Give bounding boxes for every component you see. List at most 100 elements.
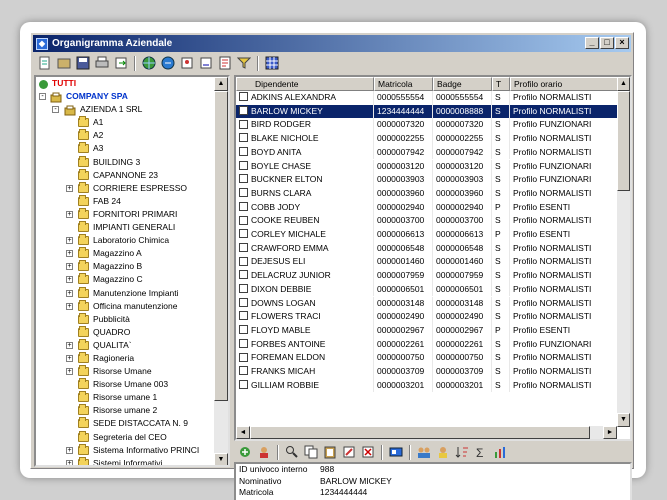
expand-icon[interactable]: + (66, 263, 73, 271)
paste-icon[interactable] (322, 444, 338, 460)
row-checkbox[interactable] (239, 379, 248, 389)
row-checkbox[interactable] (239, 229, 248, 239)
row-checkbox[interactable] (239, 338, 248, 348)
tree-node[interactable]: QUADRO (36, 325, 214, 339)
table-row[interactable]: DELACRUZ JUNIOR 0000007959 0000007959 S Prof… (236, 269, 620, 283)
tree-node[interactable]: + Ragioneria (36, 351, 214, 365)
tree-node[interactable]: + Sistema Informativo PRINCI (36, 443, 214, 457)
stats-icon[interactable] (492, 444, 508, 460)
expand-icon[interactable]: + (66, 341, 73, 349)
table-row[interactable]: BUCKNER ELTON 0000003903 0000003903 S Profil… (236, 173, 620, 187)
row-checkbox[interactable] (239, 284, 248, 294)
table-row[interactable]: COOKE REUBEN 0000003700 0000003700 S Profilo… (236, 214, 620, 228)
scroll-down-icon[interactable]: ▼ (617, 413, 630, 427)
row-checkbox[interactable] (239, 297, 248, 307)
group-icon[interactable] (435, 444, 451, 460)
scroll-up-icon[interactable]: ▲ (617, 77, 630, 91)
column-matricola[interactable]: Matricola (374, 77, 433, 91)
close-button[interactable]: × (615, 37, 629, 49)
table-row[interactable]: BURNS CLARA 0000003960 0000003960 S Profilo … (236, 186, 620, 201)
table-row[interactable]: FLOYD MABLE 0000002967 0000002967 P Profilo … (236, 323, 620, 338)
tree-node[interactable]: BUILDING 3 (36, 155, 214, 169)
table-row[interactable]: ADKINS ALEXANDRA 0000555554 0000555554 S Pro… (236, 91, 620, 105)
open-icon[interactable] (56, 55, 72, 71)
tree-node[interactable]: CAPANNONE 23 (36, 168, 214, 182)
row-checkbox[interactable] (239, 366, 248, 376)
row-checkbox[interactable] (239, 105, 248, 115)
expand-icon[interactable]: + (66, 446, 73, 454)
scroll-up-icon[interactable]: ▲ (214, 77, 228, 91)
table-row[interactable]: BOYLE CHASE 0000003120 0000003120 S Profilo … (236, 159, 620, 174)
sort-icon[interactable] (454, 444, 470, 460)
tree-company[interactable]: - COMPANY SPA (36, 90, 214, 103)
column-profilo-orario[interactable]: Profilo orario (510, 77, 620, 91)
row-checkbox[interactable] (239, 215, 248, 225)
row-checkbox[interactable] (239, 270, 248, 280)
table-row[interactable]: BOYD ANITA 0000007942 0000007942 S Profilo N… (236, 145, 620, 160)
tree-node[interactable]: FAB 24 (36, 194, 214, 208)
globe-refresh-icon[interactable] (160, 55, 176, 71)
row-checkbox[interactable] (239, 174, 248, 184)
maximize-button[interactable]: □ (600, 37, 614, 49)
tree-node[interactable]: Risorse umane 2 (36, 404, 214, 417)
new-icon[interactable] (37, 55, 53, 71)
column-t[interactable]: T (492, 77, 510, 91)
delete-icon[interactable] (360, 444, 376, 460)
table-row[interactable]: FORBES ANTOINE 0000002261 0000002261 S Profi… (236, 337, 620, 352)
grid-icon[interactable] (264, 55, 280, 71)
user-menu-icon[interactable] (256, 444, 272, 460)
column-badge[interactable]: Badge (433, 77, 492, 91)
tree-node[interactable]: + QUALITA` (36, 338, 214, 352)
tree-node[interactable]: + Sistemi Informativi (36, 456, 214, 465)
table-row[interactable]: BIRD RODGER 0000007320 0000007320 S Profilo … (236, 118, 620, 133)
add-icon[interactable] (237, 444, 253, 460)
globe-icon[interactable] (141, 55, 157, 71)
row-checkbox[interactable] (239, 92, 248, 102)
tree-vertical-scrollbar[interactable]: ▲ ▼ (214, 77, 228, 465)
table-row[interactable]: FLOWERS TRACI 0000002490 0000002490 S Profil… (236, 310, 620, 324)
sum-icon[interactable]: Σ (473, 444, 489, 460)
tree-node[interactable]: + FORNITORI PRIMARI (36, 207, 214, 221)
row-checkbox[interactable] (239, 256, 248, 266)
tree-node[interactable]: IMPIANTI GENERALI (36, 221, 214, 234)
save-icon[interactable] (75, 55, 91, 71)
expand-icon[interactable]: + (66, 237, 73, 245)
tree-division[interactable]: - AZIENDA 1 SRL (36, 103, 214, 116)
title-bar[interactable]: ◆ Organigramma Aziendale _ □ × (33, 35, 631, 52)
row-checkbox[interactable] (239, 311, 248, 321)
collapse-icon[interactable]: - (52, 106, 59, 114)
edit-icon[interactable] (341, 444, 357, 460)
filter-icon[interactable] (236, 55, 252, 71)
employee-grid[interactable]: Dipendente Matricola Badge T Profilo ora… (234, 75, 632, 441)
row-checkbox[interactable] (239, 352, 248, 362)
tree-root[interactable]: TUTTI (36, 77, 214, 90)
table-row[interactable]: FOREMAN ELDON 0000000750 0000000750 S Profil… (236, 351, 620, 365)
tree-node[interactable]: + Risorse Umane (36, 365, 214, 378)
print-icon[interactable] (94, 55, 110, 71)
grid-vertical-scrollbar[interactable]: ▲ ▼ (617, 77, 630, 427)
grid-hscroll-thumb[interactable] (250, 426, 590, 439)
collapse-icon[interactable]: - (39, 93, 46, 101)
row-checkbox[interactable] (239, 201, 248, 211)
minimize-button[interactable]: _ (585, 37, 599, 49)
organization-tree[interactable]: TUTTI - COMPANY SPA - AZIENDA 1 SRL A1 A2… (34, 75, 230, 467)
tree-node[interactable]: Risorse umane 1 (36, 391, 214, 404)
expand-icon[interactable]: + (66, 368, 73, 376)
tree-node[interactable]: A1 (36, 116, 214, 129)
expand-icon[interactable]: + (66, 276, 73, 284)
column-dipendente[interactable]: Dipendente (236, 77, 374, 91)
tree-node[interactable]: Risorse Umane 003 (36, 378, 214, 391)
expand-icon[interactable]: + (66, 289, 73, 297)
tree-node[interactable]: Pubblicità (36, 312, 214, 326)
expand-icon[interactable]: + (66, 459, 73, 465)
scroll-right-icon[interactable]: ► (603, 426, 617, 439)
copy-icon[interactable] (303, 444, 319, 460)
tree-node[interactable]: + CORRIERE ESPRESSO (36, 181, 214, 195)
grid-scroll-thumb[interactable] (617, 91, 630, 191)
expand-icon[interactable]: + (66, 210, 73, 218)
find-icon[interactable] (284, 444, 300, 460)
tree-node[interactable]: + Laboratorio Chimica (36, 234, 214, 247)
row-checkbox[interactable] (239, 119, 248, 129)
table-row-selected[interactable]: BARLOW MICKEY 1234444444 0000008888 S Profil… (236, 104, 620, 119)
scroll-left-icon[interactable]: ◄ (236, 426, 250, 439)
